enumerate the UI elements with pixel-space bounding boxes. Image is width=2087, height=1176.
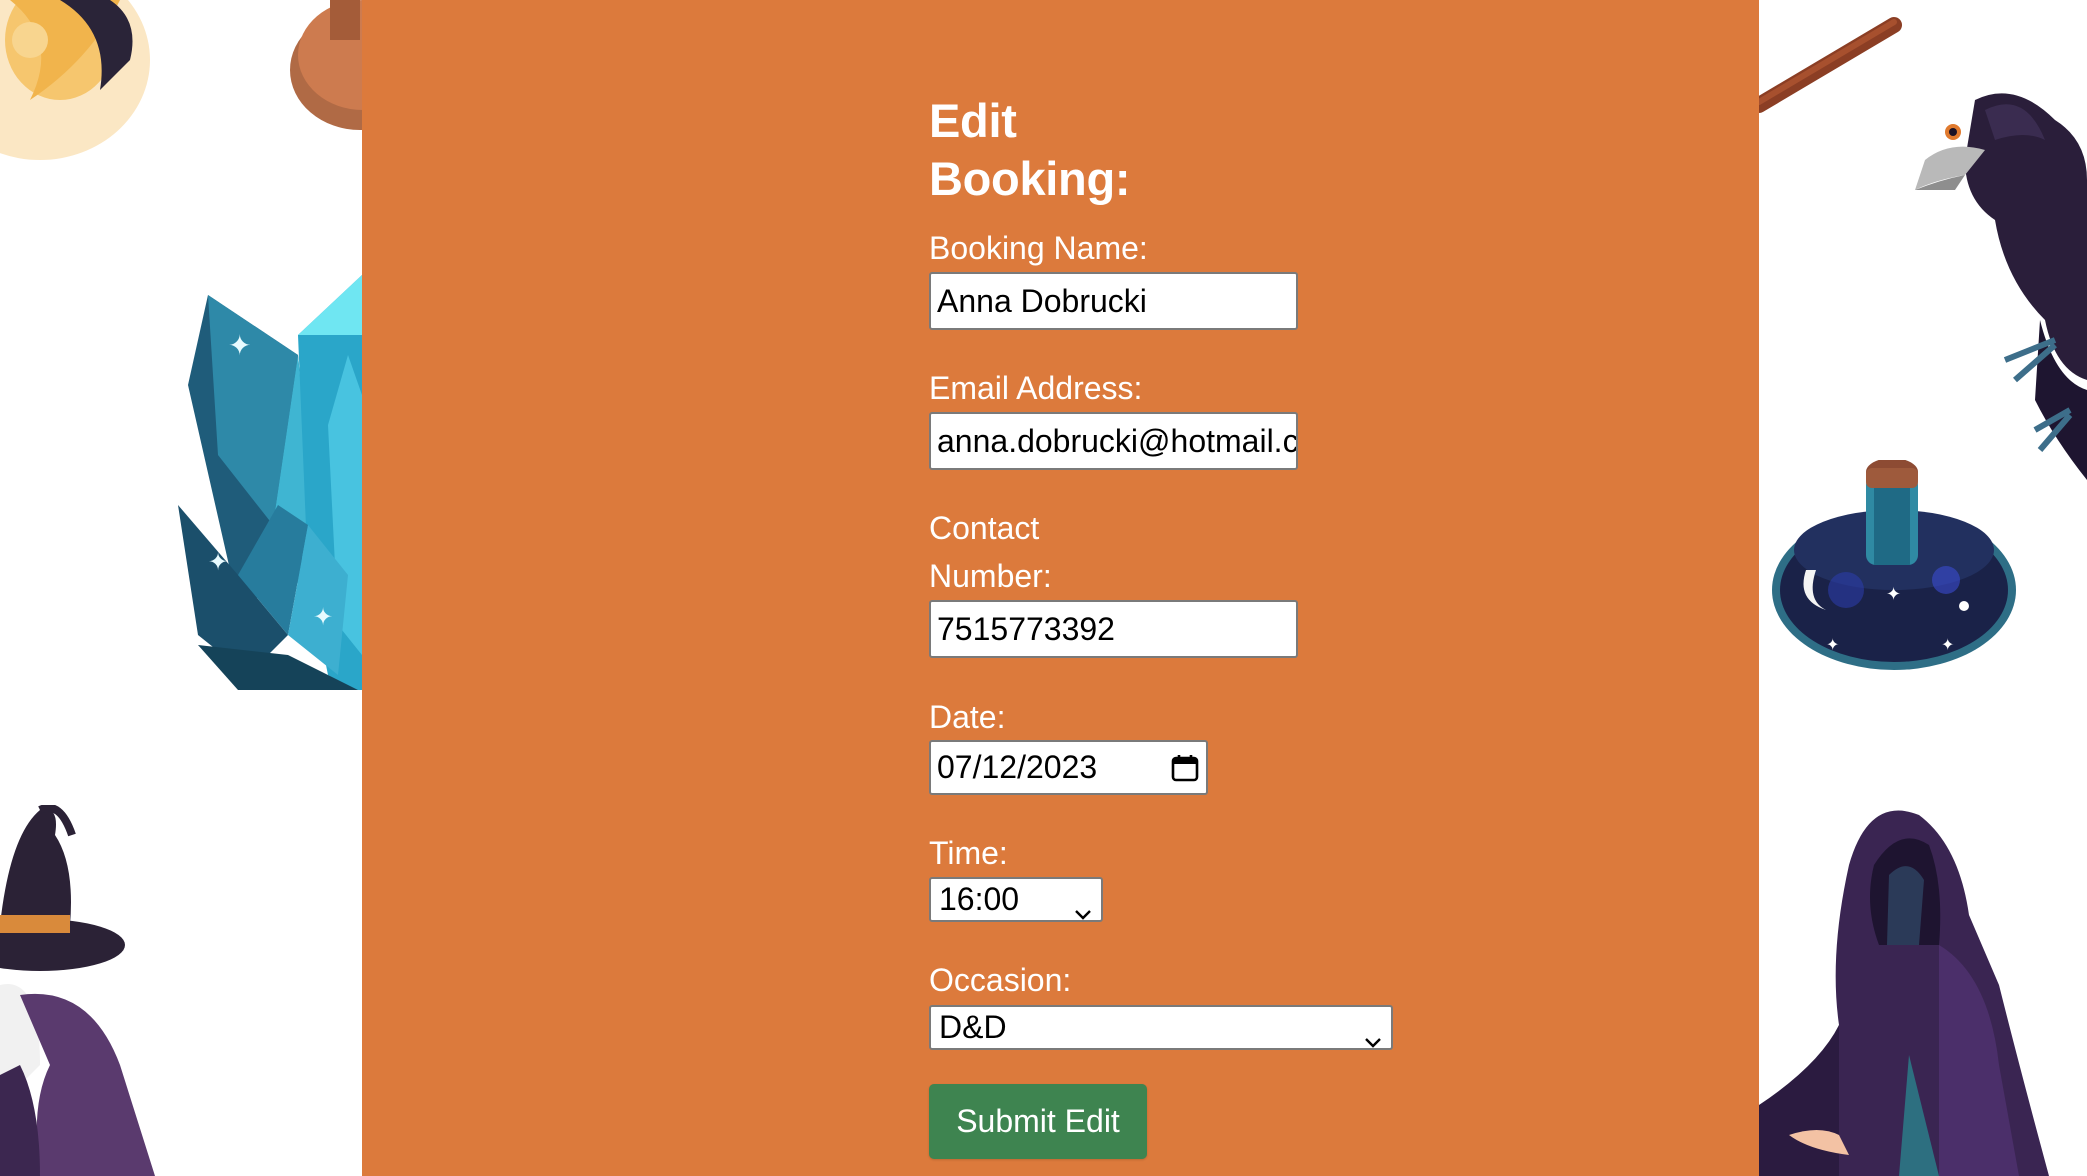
page: ✦ ✦ ✦ ✦ ✦ ✦ Edit Booking: Booking Name: … [0,0,2087,1176]
date-label: Date: [929,699,1006,735]
form-title: Edit Booking: [929,94,1131,205]
hooded-figure-illustration [1759,805,2087,1176]
svg-text:✦: ✦ [228,329,251,362]
chevron-down-icon [1363,1021,1383,1048]
occasion-selected-value: D&D [939,1009,1007,1045]
svg-text:✦: ✦ [1886,584,1901,605]
booking-name-input[interactable]: Anna Dobrucki [929,272,1298,330]
svg-text:✦: ✦ [1826,635,1839,654]
svg-text:✦: ✦ [313,603,333,631]
witch-illustration [0,805,160,1176]
potion-bottle-illustration: ✦ ✦ ✦ [1766,460,2026,710]
time-label: Time: [929,835,1008,871]
date-input[interactable]: 07/12/2023 [929,740,1208,795]
svg-text:✦: ✦ [208,548,228,576]
submit-edit-button[interactable]: Submit Edit [929,1084,1147,1159]
booking-name-label: Booking Name: [929,230,1148,266]
email-label: Email Address: [929,370,1143,406]
email-input[interactable]: anna.dobrucki@hotmail.c [929,412,1298,470]
raven-illustration [1855,80,2087,480]
contact-number-label: Contact Number: [929,510,1052,594]
occasion-select[interactable]: D&D [929,1005,1393,1050]
chevron-down-icon [1073,893,1093,920]
date-value: 07/12/2023 [937,749,1098,785]
occasion-label: Occasion: [929,962,1072,998]
svg-text:✦: ✦ [1941,635,1954,654]
time-selected-value: 16:00 [939,881,1020,917]
time-select[interactable]: 16:00 [929,877,1103,922]
moon-illustration [0,0,160,170]
crystal-illustration: ✦ ✦ ✦ [178,275,362,690]
calendar-icon[interactable] [1170,753,1200,783]
contact-number-input[interactable]: 7515773392 [929,600,1298,658]
cauldron-illustration [285,0,365,150]
